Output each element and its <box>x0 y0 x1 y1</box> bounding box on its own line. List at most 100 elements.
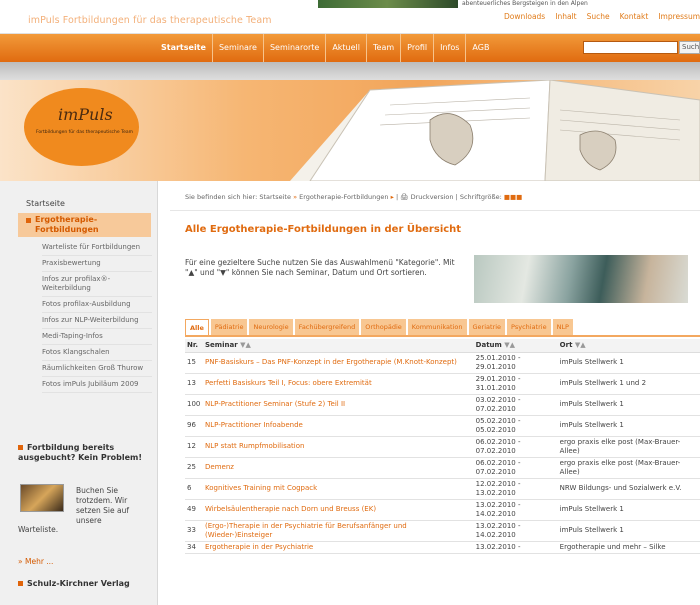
tab-orthopaedie[interactable]: Orthopädie <box>361 319 406 335</box>
main-nav: Startseite Seminare Seminarorte Aktuell … <box>0 34 700 62</box>
sidebar-subitem-jubilaeum[interactable]: Fotos imPuls Jubiläum 2009 <box>42 380 152 393</box>
cell-datum: 25.01.2010 - 29.01.2010 <box>473 352 558 374</box>
top-photo-strip: abenteuerliches Bergsteigen in den Alpen <box>318 0 700 8</box>
cell-ort: ergo praxis elke post (Max-Brauer-Allee) <box>557 436 700 458</box>
cell-nr: 12 <box>185 436 203 458</box>
sidebar-item-ergotherapie[interactable]: Ergotherapie-Fortbildungen <box>18 213 151 237</box>
breadcrumb-home[interactable]: Startseite <box>259 193 291 201</box>
sidebar-box2-title[interactable]: Schulz-Kirchner Verlag <box>18 579 148 589</box>
divider <box>170 210 700 211</box>
util-link-inhalt[interactable]: Inhalt <box>555 12 576 21</box>
sidebar-subitem-praxisbewertung[interactable]: Praxisbewertung <box>42 259 152 272</box>
utility-nav: Downloads Inhalt Suche Kontakt Impressum <box>504 12 700 21</box>
search-button[interactable]: Suche <box>679 41 700 54</box>
nav-item-infos[interactable]: Infos <box>433 34 465 62</box>
cell-nr: 96 <box>185 415 203 437</box>
site-title[interactable]: imPuls Fortbildungen für das therapeutis… <box>28 15 272 26</box>
sidebar-subitem-klangschalen[interactable]: Fotos Klangschalen <box>42 348 152 361</box>
nav-item-agb[interactable]: AGB <box>465 34 495 62</box>
sidebar-subitem-medi-taping[interactable]: Medi-Taping-Infos <box>42 332 152 345</box>
search-input[interactable] <box>583 41 678 54</box>
cell-seminar-link[interactable]: Wirbelsäulentherapie nach Dorn und Breus… <box>203 499 474 521</box>
tab-geriatrie[interactable]: Geriatrie <box>468 319 506 335</box>
tab-nlp[interactable]: NLP <box>552 319 573 335</box>
cell-nr: 100 <box>185 394 203 416</box>
sidebar-item-startseite[interactable]: Startseite <box>26 199 65 208</box>
column-header-seminar[interactable]: Seminar ▼▲ <box>203 339 474 353</box>
cell-ort: imPuls Stellwerk 1 <box>557 394 700 416</box>
tab-paediatrie[interactable]: Pädiatrie <box>210 319 248 335</box>
cell-datum: 12.02.2010 - 13.02.2010 <box>473 478 558 500</box>
top-photo <box>318 0 456 8</box>
tab-psychiatrie[interactable]: Psychiatrie <box>507 319 551 335</box>
print-link[interactable]: Druckversion <box>411 193 454 201</box>
bullet-square-icon <box>26 218 31 223</box>
cell-ort: ergo praxis elke post (Max-Brauer-Allee) <box>557 457 700 479</box>
cell-seminar-link[interactable]: (Ergo-)Therapie in der Psychiatrie für B… <box>203 520 474 542</box>
cell-seminar-link[interactable]: Perfetti Basiskurs Teil I, Focus: obere … <box>203 373 474 395</box>
nav-item-seminarorte[interactable]: Seminarorte <box>262 34 325 62</box>
tab-neurologie[interactable]: Neurologie <box>249 319 293 335</box>
sidebar-subitem-nlp-infos[interactable]: Infos zur NLP-Weiterbildung <box>42 316 152 329</box>
category-tabs: Alle Pädiatrie Neurologie Fachübergreife… <box>185 319 575 335</box>
logo[interactable]: imPuls <box>58 105 113 124</box>
cell-seminar-link[interactable]: NLP-Practitioner Seminar (Stufe 2) Teil … <box>203 394 474 416</box>
nav-item-team[interactable]: Team <box>366 34 400 62</box>
cell-datum: 29.01.2010 - 31.01.2010 <box>473 373 558 395</box>
cell-seminar-link[interactable]: NLP statt Rumpfmobilisation <box>203 436 474 458</box>
cell-datum: 06.02.2010 - 07.02.2010 <box>473 436 558 458</box>
gray-band <box>0 62 700 80</box>
tab-alle[interactable]: Alle <box>185 319 209 335</box>
breadcrumb-current[interactable]: Ergotherapie-Fortbildungen <box>299 193 388 201</box>
cell-seminar-link[interactable]: Kognitives Training mit Cogpack <box>203 478 474 500</box>
cell-nr: 25 <box>185 457 203 479</box>
sidebar-subitem-warteliste[interactable]: Warteliste für Fortbildungen <box>42 243 152 256</box>
fontsize-buttons[interactable]: ■■■ <box>504 193 522 201</box>
cell-ort: Ergotherapie und mehr – Silke <box>557 541 700 554</box>
cell-ort: NRW Bildungs- und Sozialwerk e.V. <box>557 478 700 500</box>
util-link-impressum[interactable]: Impressum <box>658 12 700 21</box>
nav-item-startseite[interactable]: Startseite <box>155 34 212 62</box>
cell-ort: imPuls Stellwerk 1 <box>557 415 700 437</box>
cell-nr: 15 <box>185 352 203 374</box>
sidebar-box-text-cont: Warteliste. <box>18 525 59 534</box>
table-row: 34 Ergotherapie in der Psychiatrie 13.02… <box>185 541 700 554</box>
table-row: 49 Wirbelsäulentherapie nach Dorn und Br… <box>185 499 700 521</box>
column-header-datum[interactable]: Datum ▼▲ <box>473 339 558 353</box>
util-link-suche[interactable]: Suche <box>587 12 610 21</box>
nav-item-profil[interactable]: Profil <box>400 34 433 62</box>
cell-datum: 03.02.2010 - 07.02.2010 <box>473 394 558 416</box>
sidebar: Startseite Ergotherapie-Fortbildungen Wa… <box>0 181 158 605</box>
cell-datum: 05.02.2010 - 05.02.2010 <box>473 415 558 437</box>
util-link-downloads[interactable]: Downloads <box>504 12 545 21</box>
table-row: 12 NLP statt Rumpfmobilisation 06.02.201… <box>185 436 700 458</box>
sidebar-subitem-profilax-fotos[interactable]: Fotos profilax-Ausbildung <box>42 300 152 313</box>
nav-item-seminare[interactable]: Seminare <box>211 34 263 62</box>
table-row: 100 NLP-Practitioner Seminar (Stufe 2) T… <box>185 394 700 416</box>
sidebar-more-link[interactable]: » Mehr ... <box>18 557 53 566</box>
tab-fachuebergreifend[interactable]: Fachübergreifend <box>294 319 360 335</box>
sidebar-box-title: Fortbildung bereits ausgebucht? Kein Pro… <box>18 443 143 462</box>
cell-seminar-link[interactable]: PNF-Basiskurs – Das PNF-Konzept in der E… <box>203 352 474 374</box>
cell-ort: imPuls Stellwerk 1 <box>557 499 700 521</box>
sidebar-item-label: Ergotherapie-Fortbildungen <box>35 215 99 234</box>
sidebar-subitem-profilax-infos[interactable]: Infos zur profilax®-Weiterbildung <box>42 275 152 297</box>
table-row: 25 Demenz 06.02.2010 - 07.02.2010 ergo p… <box>185 457 700 479</box>
sidebar-box-text: Buchen Sie trotzdem. Wir setzen Sie auf … <box>76 486 129 525</box>
cell-nr: 49 <box>185 499 203 521</box>
cell-seminar-link[interactable]: Demenz <box>203 457 474 479</box>
cell-seminar-link[interactable]: NLP-Practitioner Infoabende <box>203 415 474 437</box>
print-icon[interactable]: 🖨 <box>400 193 408 201</box>
header-banner: imPuls Fortbildungen für das therapeutis… <box>0 80 700 181</box>
sidebar-subitem-raeumlichkeiten[interactable]: Räumlichkeiten Groß Thurow <box>42 364 152 377</box>
page-title: Alle Ergotherapie-Fortbildungen in der Ü… <box>185 224 462 235</box>
cell-nr: 13 <box>185 373 203 395</box>
sort-icon: ▼▲ <box>574 341 586 350</box>
column-header-ort[interactable]: Ort ▼▲ <box>557 339 700 353</box>
cell-ort: imPuls Stellwerk 1 <box>557 520 700 542</box>
cell-seminar-link[interactable]: Ergotherapie in der Psychiatrie <box>203 541 474 554</box>
sidebar-thumbnail[interactable] <box>20 484 64 512</box>
util-link-kontakt[interactable]: Kontakt <box>620 12 649 21</box>
tab-kommunikation[interactable]: Kommunikation <box>407 319 467 335</box>
nav-item-aktuell[interactable]: Aktuell <box>325 34 366 62</box>
